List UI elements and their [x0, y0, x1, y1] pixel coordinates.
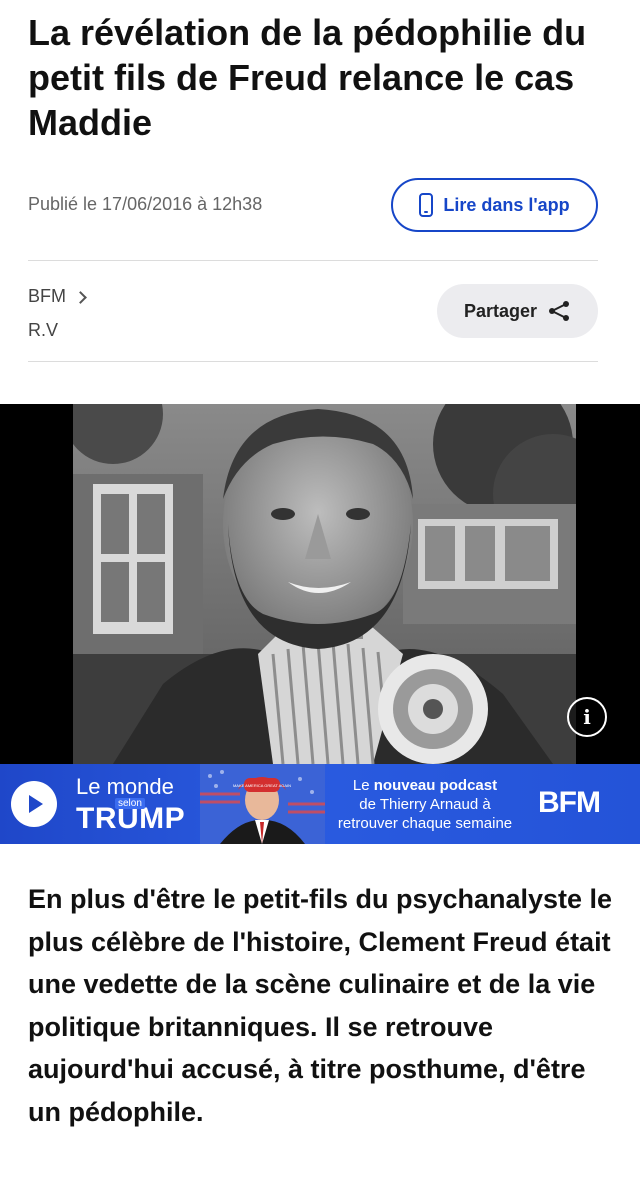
chevron-right-icon	[74, 290, 87, 304]
source-label: BFM	[28, 286, 66, 306]
banner-show-title-line1: Le monde	[76, 774, 174, 799]
phone-icon	[419, 193, 434, 217]
read-in-app-label: Lire dans l'app	[443, 194, 570, 215]
meta-row: Publié le 17/06/2016 à 12h38 Lire dans l…	[28, 178, 598, 232]
banner-show-title-small: selon	[115, 798, 145, 809]
podcast-banner[interactable]: Le monde TRUMP selon MAKE AMERICA GREAT …	[0, 764, 640, 844]
source-link[interactable]: BFM	[28, 286, 87, 307]
divider	[28, 260, 598, 261]
divider	[28, 361, 598, 362]
share-button[interactable]: Partager	[437, 284, 598, 338]
read-in-app-button[interactable]: Lire dans l'app	[391, 178, 598, 232]
banner-text-bold: nouveau podcast	[373, 777, 498, 794]
banner-text-line2: de Thierry Arnaud à	[359, 796, 491, 813]
banner-text-line3: retrouver chaque semaine	[337, 815, 513, 832]
publish-date: Publié le 17/06/2016 à 12h38	[28, 194, 263, 214]
share-label: Partager	[463, 300, 538, 321]
play-icon[interactable]	[11, 781, 57, 827]
banner-illustration: MAKE AMERICA GREAT AGAIN	[200, 764, 325, 844]
author-name: R.V	[28, 320, 59, 340]
info-icon[interactable]: i	[567, 697, 607, 737]
banner-text-prefix: Le	[352, 777, 370, 794]
article-title: La révélation de la pédophilie du petit …	[28, 12, 587, 143]
article-lead: En plus d'être le petit-fils du psychana…	[28, 884, 613, 1127]
cap-slogan: MAKE AMERICA GREAT AGAIN	[233, 783, 291, 788]
bfm-logo: BFM	[538, 786, 601, 819]
article-photo	[73, 404, 576, 764]
banner-description: Le nouveau podcast de Thierry Arnaud à r…	[330, 776, 520, 833]
share-icon	[549, 301, 570, 321]
article-photo-frame	[0, 404, 640, 764]
